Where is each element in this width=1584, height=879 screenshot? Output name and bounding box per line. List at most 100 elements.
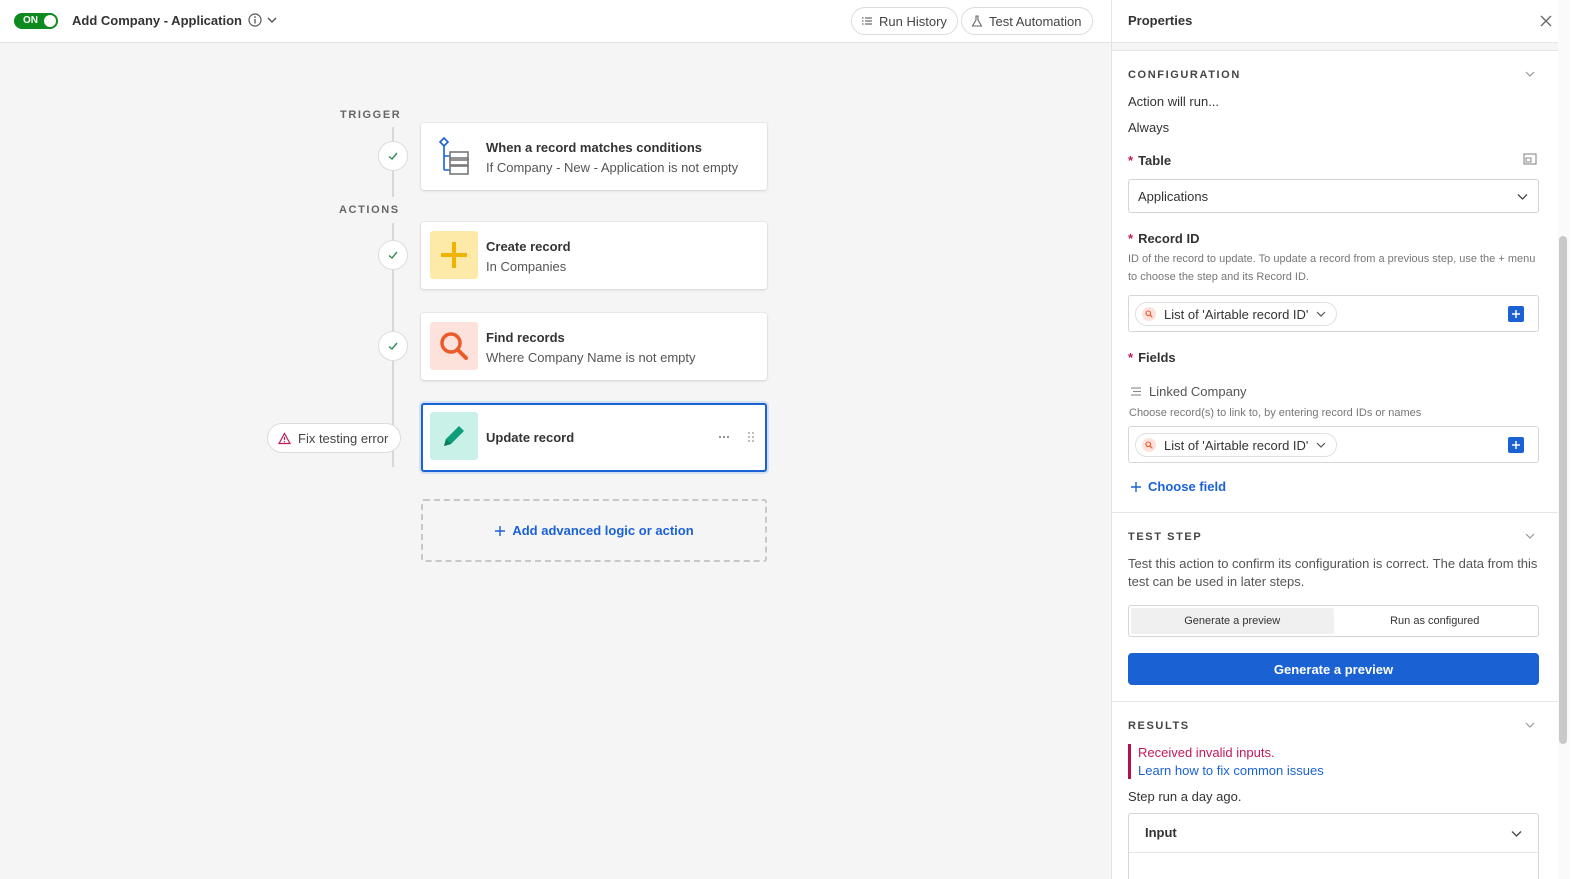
test-mode-segmented: Generate a preview Run as configured bbox=[1128, 605, 1539, 637]
create-record-title: Create record bbox=[486, 239, 571, 254]
insert-token-button[interactable] bbox=[1508, 306, 1524, 322]
plus-icon bbox=[1512, 310, 1520, 318]
check-icon bbox=[388, 152, 398, 160]
hierarchy-icon bbox=[438, 136, 469, 175]
run-history-button[interactable]: Run History bbox=[851, 7, 958, 35]
linked-company-help: Choose record(s) to link to, by entering… bbox=[1129, 407, 1422, 419]
last-run-text: Step run a day ago. bbox=[1128, 789, 1242, 804]
record-id-token[interactable]: List of 'Airtable record ID' bbox=[1135, 302, 1338, 326]
update-record-card[interactable]: Update record bbox=[421, 403, 767, 472]
trigger-tile bbox=[430, 132, 478, 180]
linked-company-label: Linked Company bbox=[1149, 384, 1247, 399]
plus-icon bbox=[1512, 441, 1520, 449]
run-condition-label: Action will run... bbox=[1128, 94, 1220, 109]
trigger-status-check bbox=[378, 141, 408, 171]
trigger-card-title: When a record matches conditions bbox=[486, 140, 702, 155]
panel-separator bbox=[1112, 43, 1558, 51]
chevron-down-icon bbox=[1316, 311, 1326, 317]
plus-icon bbox=[441, 242, 467, 268]
find-records-title: Find records bbox=[486, 330, 565, 345]
find-records-tile bbox=[430, 322, 478, 370]
search-icon bbox=[440, 332, 468, 360]
toggle-knob bbox=[44, 15, 56, 27]
search-token-icon bbox=[1142, 438, 1156, 452]
input-accordion-body bbox=[1128, 853, 1539, 879]
record-id-token-label: List of 'Airtable record ID' bbox=[1164, 306, 1309, 322]
chevron-down-icon[interactable] bbox=[1525, 720, 1535, 730]
list-icon bbox=[862, 17, 872, 25]
pencil-icon bbox=[444, 426, 464, 446]
table-select[interactable]: Applications bbox=[1128, 179, 1539, 213]
drag-handle-icon[interactable] bbox=[746, 430, 756, 444]
tab-run-as-configured[interactable]: Run as configured bbox=[1334, 608, 1537, 634]
close-icon[interactable] bbox=[1540, 15, 1552, 27]
fix-testing-error-button[interactable]: Fix testing error bbox=[267, 423, 402, 453]
automation-toggle[interactable]: ON bbox=[14, 13, 58, 29]
table-label: * Table bbox=[1128, 153, 1172, 168]
update-record-title: Update record bbox=[486, 430, 575, 445]
scrollbar-thumb[interactable] bbox=[1559, 236, 1567, 744]
linked-company-token[interactable]: List of 'Airtable record ID' bbox=[1135, 433, 1338, 457]
choose-field-button[interactable]: Choose field bbox=[1130, 479, 1226, 494]
test-step-description: Test this action to confirm its configur… bbox=[1128, 556, 1538, 589]
fields-label: * Fields bbox=[1128, 350, 1176, 365]
trigger-card[interactable]: When a record matches conditions If Comp… bbox=[421, 123, 767, 190]
input-accordion[interactable]: Input bbox=[1128, 813, 1539, 853]
create-record-card[interactable]: Create record In Companies bbox=[421, 222, 767, 289]
top-bar: ON Add Company - Application Run History… bbox=[0, 0, 1111, 43]
chevron-down-icon[interactable] bbox=[1525, 531, 1535, 541]
record-id-input[interactable]: List of 'Airtable record ID' bbox=[1128, 295, 1539, 332]
section-divider bbox=[1112, 512, 1558, 513]
tab-generate-preview[interactable]: Generate a preview bbox=[1131, 608, 1334, 634]
run-condition-value[interactable]: Always bbox=[1128, 120, 1169, 135]
table-select-value: Applications bbox=[1138, 189, 1209, 204]
toggle-label: ON bbox=[23, 15, 38, 26]
create-record-tile bbox=[430, 231, 478, 279]
create-status-check bbox=[378, 240, 408, 270]
automation-title[interactable]: Add Company - Application bbox=[72, 13, 242, 28]
flask-icon bbox=[971, 15, 983, 27]
info-icon[interactable] bbox=[248, 13, 262, 27]
choose-field-label: Choose field bbox=[1148, 479, 1227, 494]
test-automation-label: Test Automation bbox=[989, 13, 1082, 29]
chevron-down-icon bbox=[1511, 831, 1522, 837]
find-status-check bbox=[378, 331, 408, 361]
trigger-section-label: TRIGGER bbox=[340, 109, 402, 121]
panel-header: Properties bbox=[1112, 0, 1558, 43]
section-divider bbox=[1112, 701, 1558, 702]
actions-section-label: ACTIONS bbox=[339, 204, 400, 216]
create-record-subtitle: In Companies bbox=[486, 259, 567, 274]
results-heading: RESULTS bbox=[1128, 720, 1190, 732]
panel-title: Properties bbox=[1128, 13, 1193, 28]
plus-icon bbox=[495, 525, 506, 536]
check-icon bbox=[388, 342, 398, 350]
results-error-message: Received invalid inputs. bbox=[1138, 745, 1275, 760]
warning-icon bbox=[278, 431, 291, 444]
linked-field-icon bbox=[1131, 387, 1141, 396]
find-records-card[interactable]: Find records Where Company Name is not e… bbox=[421, 313, 767, 380]
fix-testing-error-label: Fix testing error bbox=[298, 430, 389, 446]
record-id-label: * Record ID bbox=[1128, 231, 1200, 246]
record-id-help: ID of the record to update. To update a … bbox=[1128, 253, 1536, 283]
linked-company-input[interactable]: List of 'Airtable record ID' bbox=[1128, 426, 1539, 463]
plus-icon bbox=[1131, 481, 1141, 492]
input-accordion-label: Input bbox=[1145, 825, 1177, 840]
chevron-down-icon[interactable] bbox=[266, 14, 278, 26]
error-indicator-bar bbox=[1128, 744, 1131, 779]
generate-preview-button[interactable]: Generate a preview bbox=[1128, 653, 1539, 685]
add-action-label: Add advanced logic or action bbox=[512, 523, 694, 538]
chevron-down-icon bbox=[1517, 194, 1528, 200]
workflow-canvas: TRIGGER ACTIONS When a record matches co… bbox=[0, 43, 1111, 879]
linked-company-token-label: List of 'Airtable record ID' bbox=[1164, 437, 1309, 453]
chevron-down-icon[interactable] bbox=[1525, 69, 1535, 79]
chevron-down-icon bbox=[1316, 442, 1326, 448]
fix-issues-link[interactable]: Learn how to fix common issues bbox=[1138, 763, 1324, 778]
search-token-icon bbox=[1142, 307, 1156, 321]
trigger-card-subtitle: If Company - New - Application is not em… bbox=[486, 160, 739, 175]
test-automation-button[interactable]: Test Automation bbox=[961, 7, 1093, 35]
more-options-icon[interactable] bbox=[717, 430, 731, 444]
add-action-button[interactable]: Add advanced logic or action bbox=[421, 499, 767, 562]
expand-icon[interactable] bbox=[1523, 153, 1537, 165]
run-history-label: Run History bbox=[879, 13, 947, 29]
insert-token-button[interactable] bbox=[1508, 437, 1524, 453]
